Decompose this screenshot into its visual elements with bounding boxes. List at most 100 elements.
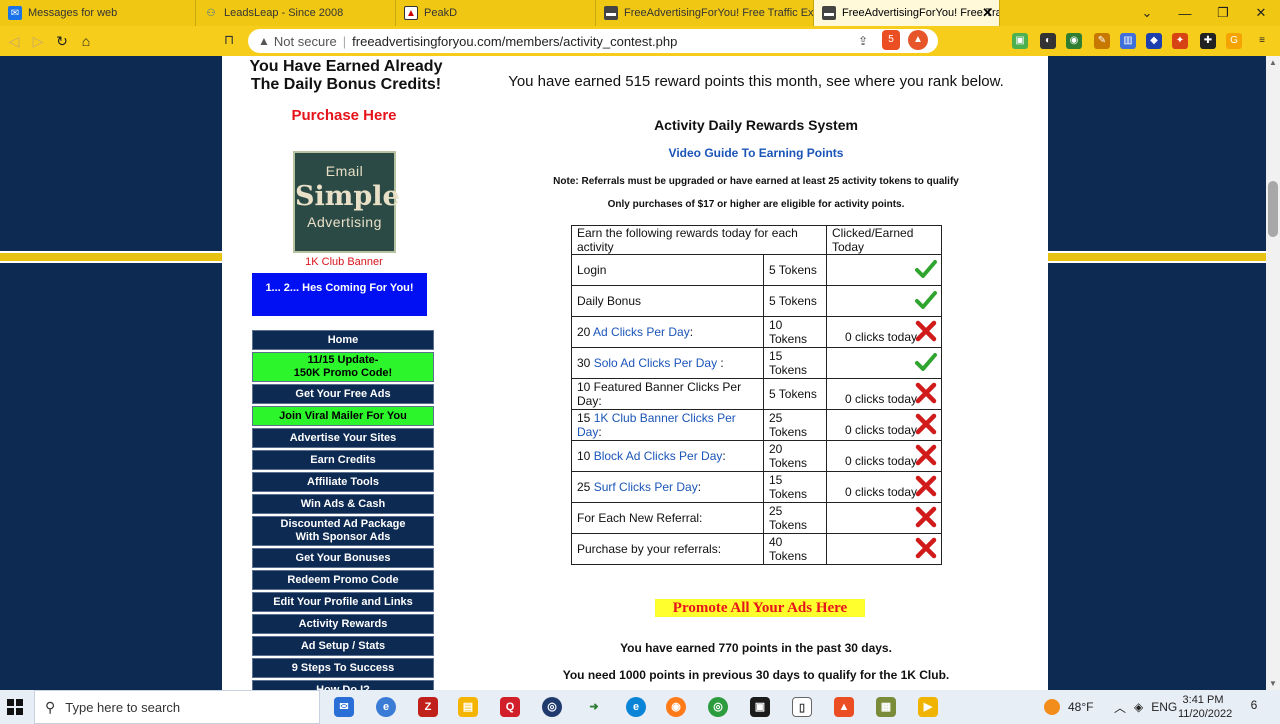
menu-item[interactable]: Get Your Free Ads (252, 384, 434, 404)
taskbar-app-icon[interactable]: ▶ (918, 697, 938, 717)
club-banner[interactable]: Email Simple Advertising (293, 151, 400, 253)
menu-item[interactable]: Home (252, 330, 434, 350)
tray-expand-icon[interactable]: ︿ (1114, 699, 1126, 716)
earned-heading: You Have Earned Already The Daily Bonus … (246, 58, 446, 94)
extension-icon[interactable]: ◆ (1146, 33, 1162, 49)
taskbar-search[interactable]: ⚲ Type here to search (34, 690, 320, 724)
home-icon[interactable]: ⌂ (74, 33, 98, 49)
reload-icon[interactable]: ↻ (50, 33, 74, 50)
puzzle-icon[interactable]: ✚ (1200, 33, 1216, 49)
scrollbar[interactable]: ▲ ▼ (1266, 56, 1280, 690)
clicks-today: 0 clicks today (845, 454, 918, 468)
tab-fafy-active[interactable]: ▬ FreeAdvertisingForYou! Free Traff ✕ (814, 0, 1000, 26)
menu-item[interactable]: Edit Your Profile and Links (252, 592, 434, 612)
activity-text: 30 (577, 356, 594, 370)
menu-item[interactable]: 11/15 Update- 150K Promo Code! (252, 352, 434, 382)
promote-ads-link[interactable]: Promote All Your Ads Here (655, 599, 865, 617)
taskbar-app-icon[interactable]: ▦ (876, 697, 896, 717)
filezilla-icon[interactable]: Z (418, 697, 438, 717)
profile-icon[interactable]: G (1226, 33, 1242, 49)
weather-widget[interactable]: 48°F (1044, 690, 1093, 724)
extension-icon[interactable]: ▥ (1120, 33, 1136, 49)
tab-strip: ✉ Messages for web ⚇ LeadsLeap - Since 2… (0, 0, 1280, 26)
activity-link[interactable]: Surf Clicks Per Day (594, 480, 698, 494)
tab-messages[interactable]: ✉ Messages for web (0, 0, 196, 26)
points-needed: You need 1000 points in previous 30 days… (562, 668, 950, 682)
clock[interactable]: 3:41 PM 11/20/2022 (1178, 693, 1232, 721)
tab-peakd[interactable]: ▲ PeakD (396, 0, 596, 26)
scroll-down-icon[interactable]: ▼ (1269, 679, 1277, 688)
notification-icon[interactable]: 6 (1244, 698, 1264, 716)
activity-cell: 15 1K Club Banner Clicks Per Day: (571, 409, 764, 441)
extension-icon[interactable]: ▣ (1012, 33, 1028, 49)
activity-cell: 25 Surf Clicks Per Day: (571, 471, 764, 503)
menu-item[interactable]: Discounted Ad Package With Sponsor Ads (252, 516, 434, 546)
tab-search-icon[interactable]: ⌄ (1128, 5, 1166, 21)
edge-icon[interactable]: e (626, 697, 646, 717)
bookmark-icon[interactable]: ⊓ (224, 32, 234, 48)
tab-leadsleap[interactable]: ⚇ LeadsLeap - Since 2008 (196, 0, 396, 26)
activity-text: 25 (577, 480, 594, 494)
minimize-icon[interactable]: — (1166, 6, 1204, 21)
file-explorer-icon[interactable]: ▤ (458, 697, 478, 717)
q-app-icon[interactable]: Q (500, 697, 520, 717)
menu-item[interactable]: Activity Rewards (252, 614, 434, 634)
menu-item[interactable]: Get Your Bonuses (252, 548, 434, 568)
extension-icon[interactable]: ◉ (1066, 33, 1082, 49)
back-icon[interactable]: ◁ (2, 33, 26, 50)
network-icon[interactable]: ◈ (1134, 700, 1143, 714)
close-window-icon[interactable]: ✕ (1242, 5, 1280, 21)
activity-cell: Purchase by your referrals: (571, 533, 764, 565)
extension-icon[interactable]: ◐ (1040, 33, 1056, 49)
promo-box[interactable]: 1... 2... Hes Coming For You! (252, 273, 427, 316)
menu-item[interactable]: Affiliate Tools (252, 472, 434, 492)
extension-icon[interactable]: ✎ (1094, 33, 1110, 49)
banner-line3: Advertising (307, 214, 382, 230)
menu-item[interactable]: Join Viral Mailer For You (252, 406, 434, 426)
purchase-link[interactable]: Purchase Here (246, 107, 442, 124)
ie-icon[interactable]: e (376, 697, 396, 717)
activity-text: 15 (577, 411, 594, 425)
menu-item[interactable]: Win Ads & Cash (252, 494, 434, 514)
document-icon[interactable]: ▯ (792, 697, 812, 717)
address-bar[interactable]: ▲ Not secure | freeadvertisingforyou.com… (248, 29, 938, 53)
firefox-icon[interactable]: ◉ (666, 697, 686, 717)
mail-icon[interactable]: ✉ (334, 697, 354, 717)
activity-text: Purchase by your referrals: (577, 542, 722, 556)
menu-item[interactable]: Ad Setup / Stats (252, 636, 434, 656)
brave-rewards-icon[interactable]: ▲ (908, 30, 928, 50)
menu-item[interactable]: How Do I? (252, 680, 434, 690)
maximize-icon[interactable]: ❐ (1204, 5, 1242, 21)
scroll-thumb[interactable] (1268, 181, 1278, 237)
activity-text: 20 (577, 325, 594, 339)
extension-icon[interactable]: ✦ (1172, 33, 1188, 49)
activity-link[interactable]: Block Ad Clicks Per Day (594, 449, 723, 463)
activity-link[interactable]: Ad Clicks Per Day (593, 325, 690, 339)
close-tab-icon[interactable]: ✕ (982, 5, 993, 21)
menu-item[interactable]: 9 Steps To Success (252, 658, 434, 678)
cross-icon (915, 537, 937, 559)
menu-icon[interactable]: ≡ (1254, 33, 1270, 49)
menu-item[interactable]: Advertise Your Sites (252, 428, 434, 448)
menu-item[interactable]: Redeem Promo Code (252, 570, 434, 590)
activity-cell: 30 Solo Ad Clicks Per Day : (571, 347, 764, 379)
brave-taskbar-icon[interactable]: ▲ (834, 697, 854, 717)
share-icon[interactable]: ⇪ (858, 34, 868, 48)
status-cell (826, 347, 942, 379)
activity-link[interactable]: Solo Ad Clicks Per Day (594, 356, 717, 370)
menu-item[interactable]: Earn Credits (252, 450, 434, 470)
earned-month-text: You have earned 515 reward points this m… (508, 73, 1004, 90)
brave-shields-icon[interactable]: 5 (882, 30, 900, 50)
screen-app-icon[interactable]: ▣ (750, 697, 770, 717)
video-guide-link[interactable]: Video Guide To Earning Points (464, 146, 1048, 160)
github-icon[interactable]: ◎ (542, 697, 562, 717)
scroll-up-icon[interactable]: ▲ (1269, 58, 1277, 67)
chrome-icon[interactable]: ◎ (708, 697, 728, 717)
windows-start-icon[interactable] (0, 690, 30, 724)
search-icon: ⚲ (45, 698, 56, 715)
forward-icon[interactable]: ▷ (26, 33, 50, 50)
language-indicator[interactable]: ENG (1151, 700, 1177, 714)
peakd-icon: ▲ (404, 6, 418, 20)
arrow-app-icon[interactable]: ➜ (584, 697, 604, 717)
tab-fafy-1[interactable]: ▬ FreeAdvertisingForYou! Free Traffic Ex (596, 0, 814, 26)
